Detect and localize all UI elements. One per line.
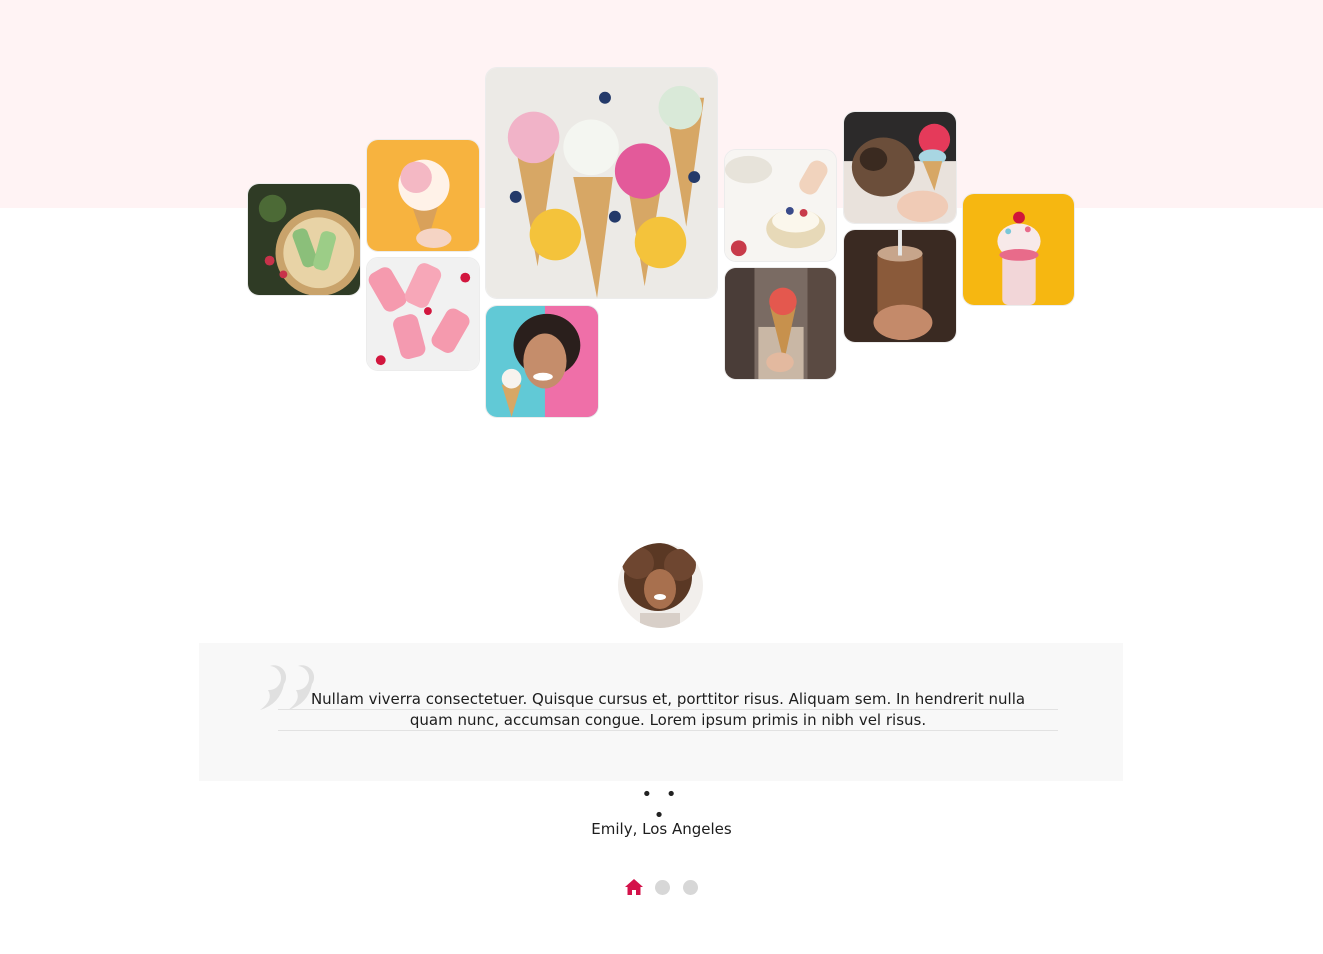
raspberry-popsicles-photo	[367, 258, 479, 370]
street-icecream-cone-photo	[725, 268, 836, 379]
woman-curly-hair-avatar	[618, 543, 703, 628]
home-icon[interactable]	[624, 878, 644, 896]
pink-icecream-cone-photo	[367, 140, 479, 251]
tile-berry-dessert-bowls[interactable]	[724, 149, 837, 262]
chocolate-milkshake-photo	[844, 230, 956, 342]
tile-street-icecream-cone[interactable]	[724, 267, 837, 380]
photo-gallery	[0, 0, 1323, 430]
testimonial-avatar	[618, 543, 703, 628]
matcha-popsicles-photo	[248, 184, 360, 295]
testimonial-quote: Nullam viverra consectetuer. Quisque cur…	[278, 689, 1058, 731]
quote-line-2: quam nunc, accumsan congue. Lorem ipsum …	[278, 710, 1058, 731]
pager-dot-3[interactable]	[683, 880, 698, 895]
pager-dot-2[interactable]	[655, 880, 670, 895]
tile-raspberry-popsicles[interactable]	[366, 257, 480, 371]
testimonial-author: Emily, Los Angeles	[591, 820, 732, 838]
tile-dog-licking-icecream[interactable]	[843, 111, 957, 224]
quote-line-1: Nullam viverra consectetuer. Quisque cur…	[278, 689, 1058, 710]
berry-dessert-bowls-photo	[725, 150, 836, 261]
tile-pink-icecream-cone[interactable]	[366, 139, 480, 252]
tile-icecream-cones-flatlay[interactable]	[485, 67, 718, 299]
testimonial-pager	[622, 877, 702, 897]
icecream-cones-flatlay-photo	[486, 68, 717, 298]
dog-licking-icecream-photo	[844, 112, 956, 223]
tile-freakshake-jar[interactable]	[962, 193, 1075, 306]
smiling-woman-icecream-photo	[486, 306, 598, 417]
tile-smiling-woman[interactable]	[485, 305, 599, 418]
tile-chocolate-milkshake[interactable]	[843, 229, 957, 343]
tile-matcha-popsicles[interactable]	[247, 183, 361, 296]
freakshake-jar-photo	[963, 194, 1074, 305]
